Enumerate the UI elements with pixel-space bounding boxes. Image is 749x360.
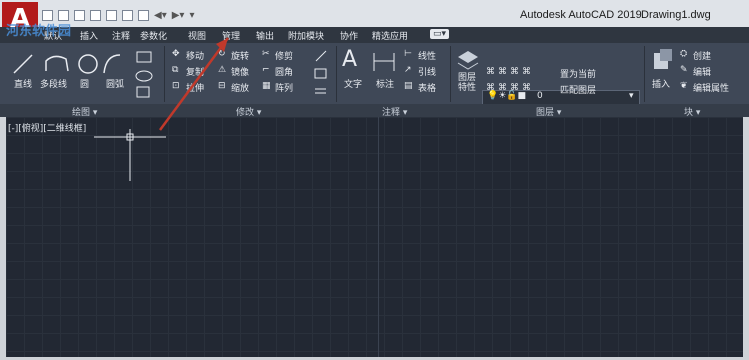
layer-tools-icons[interactable]: ⌘⌘⌘⌘ bbox=[486, 67, 534, 77]
trim-icon: ✂ bbox=[262, 49, 270, 59]
create-block-icon: ⛭ bbox=[680, 49, 688, 59]
draw-tools-icons[interactable] bbox=[10, 49, 120, 79]
table-button[interactable]: 表格 bbox=[418, 81, 436, 94]
text-tool-button[interactable]: 文字 bbox=[344, 77, 362, 90]
undo-icon[interactable] bbox=[138, 9, 149, 21]
save-as-icon[interactable] bbox=[90, 9, 101, 21]
autocad-window: ◀▾ ▶▾ ▾ Autodesk AutoCAD 2019 Drawing1.d… bbox=[0, 0, 749, 360]
qat-dropdown-icon[interactable]: ▾ bbox=[189, 10, 194, 21]
tab-annotate[interactable]: 注释 bbox=[112, 29, 130, 42]
table-icon: ▤ bbox=[404, 81, 413, 91]
array-button[interactable]: 阵列 bbox=[275, 81, 293, 94]
tab-featured-apps[interactable]: 精选应用 bbox=[372, 29, 408, 42]
line-tool-button[interactable]: 直线 bbox=[14, 77, 32, 90]
edit-attribute-icon: ❦ bbox=[680, 81, 688, 91]
separator bbox=[336, 46, 337, 102]
edit-block-button[interactable]: 编辑 bbox=[693, 65, 711, 78]
tab-collaborate[interactable]: 协作 bbox=[340, 29, 358, 42]
dimension-icon[interactable] bbox=[372, 49, 396, 75]
undo-arrow-icon[interactable]: ◀▾ bbox=[154, 10, 167, 21]
y-axis-line bbox=[378, 117, 379, 357]
fillet-icon: ⌐ bbox=[262, 65, 270, 75]
document-title: Drawing1.dwg bbox=[641, 9, 711, 21]
save-icon[interactable] bbox=[74, 9, 85, 21]
plot-icon[interactable] bbox=[122, 9, 133, 21]
drawing-canvas[interactable]: [-][俯视][二维线框] bbox=[6, 117, 743, 357]
viewport-controls[interactable]: [-][俯视][二维线框] bbox=[8, 121, 86, 134]
leader-icon: ↗ bbox=[404, 65, 412, 75]
ribbon-panel-labels: 绘图 ▾ 修改 ▾ 注释 ▾ 图层 ▾ 块 ▾ bbox=[0, 104, 749, 118]
ribbon-tab-bar: 默认 插入 注释 参数化 视图 管理 输出 附加模块 协作 精选应用 ▭▾ bbox=[0, 27, 749, 43]
chevron-down-icon: ▾ bbox=[629, 91, 634, 101]
circle-tool-button[interactable]: 圆 bbox=[80, 77, 89, 90]
arc-tool-button[interactable]: 圆弧 bbox=[106, 77, 124, 90]
insert-block-button[interactable]: 插入 bbox=[652, 77, 670, 90]
current-layer-name: 0 bbox=[537, 91, 543, 101]
edit-attribute-button[interactable]: 编辑属性 bbox=[693, 81, 729, 94]
app-title: Autodesk AutoCAD 2019 bbox=[520, 9, 642, 21]
title-bar: ◀▾ ▶▾ ▾ Autodesk AutoCAD 2019 Drawing1.d… bbox=[0, 0, 749, 27]
insert-block-icon[interactable] bbox=[652, 47, 674, 73]
window-border-left bbox=[0, 117, 6, 360]
layer-properties-icon[interactable] bbox=[456, 47, 480, 73]
array-icon: ▦ bbox=[262, 81, 271, 91]
edit-block-icon: ✎ bbox=[680, 65, 688, 75]
open-file-icon[interactable] bbox=[58, 9, 69, 21]
redo-arrow-icon[interactable]: ▶▾ bbox=[172, 10, 185, 21]
dimension-button[interactable]: 标注 bbox=[376, 77, 394, 90]
polyline-tool-button[interactable]: 多段线 bbox=[40, 77, 67, 90]
annotation-arrow-icon bbox=[158, 37, 230, 131]
trim-button[interactable]: 修剪 bbox=[275, 49, 293, 62]
new-file-icon[interactable] bbox=[42, 9, 53, 21]
watermark-logo: 河东软件园 bbox=[6, 24, 72, 39]
tab-overflow-icon[interactable]: ▭▾ bbox=[430, 29, 450, 39]
linear-button[interactable]: 线性 bbox=[418, 49, 436, 62]
web-mobile-icon[interactable] bbox=[106, 9, 117, 21]
separator bbox=[644, 46, 645, 102]
separator bbox=[450, 46, 451, 102]
match-layer-button[interactable]: 匹配图层 bbox=[560, 83, 596, 96]
linear-icon: ⊢ bbox=[404, 49, 412, 59]
window-border-right bbox=[743, 117, 749, 360]
leader-button[interactable]: 引线 bbox=[418, 65, 436, 78]
tab-addins[interactable]: 附加模块 bbox=[288, 29, 324, 42]
fillet-button[interactable]: 圆角 bbox=[275, 65, 293, 78]
text-tool-icon[interactable]: A bbox=[342, 47, 357, 72]
set-current-layer-button[interactable]: 置为当前 bbox=[560, 67, 596, 80]
ribbon: 直线 多段线 圆 圆弧 ✥ 移动 ↻ 旋转 ✂ 修剪 ⧉ 复制 ⚠ 镜像 ⌐ 圆… bbox=[0, 43, 749, 105]
modify-small-icons[interactable] bbox=[312, 49, 330, 99]
layer-properties-button[interactable]: 图层 特性 bbox=[458, 73, 476, 93]
create-block-button[interactable]: 创建 bbox=[693, 49, 711, 62]
tab-output[interactable]: 输出 bbox=[256, 29, 274, 42]
layer-tools-icons-2[interactable]: ⌘⌘⌘⌘ bbox=[486, 83, 534, 93]
